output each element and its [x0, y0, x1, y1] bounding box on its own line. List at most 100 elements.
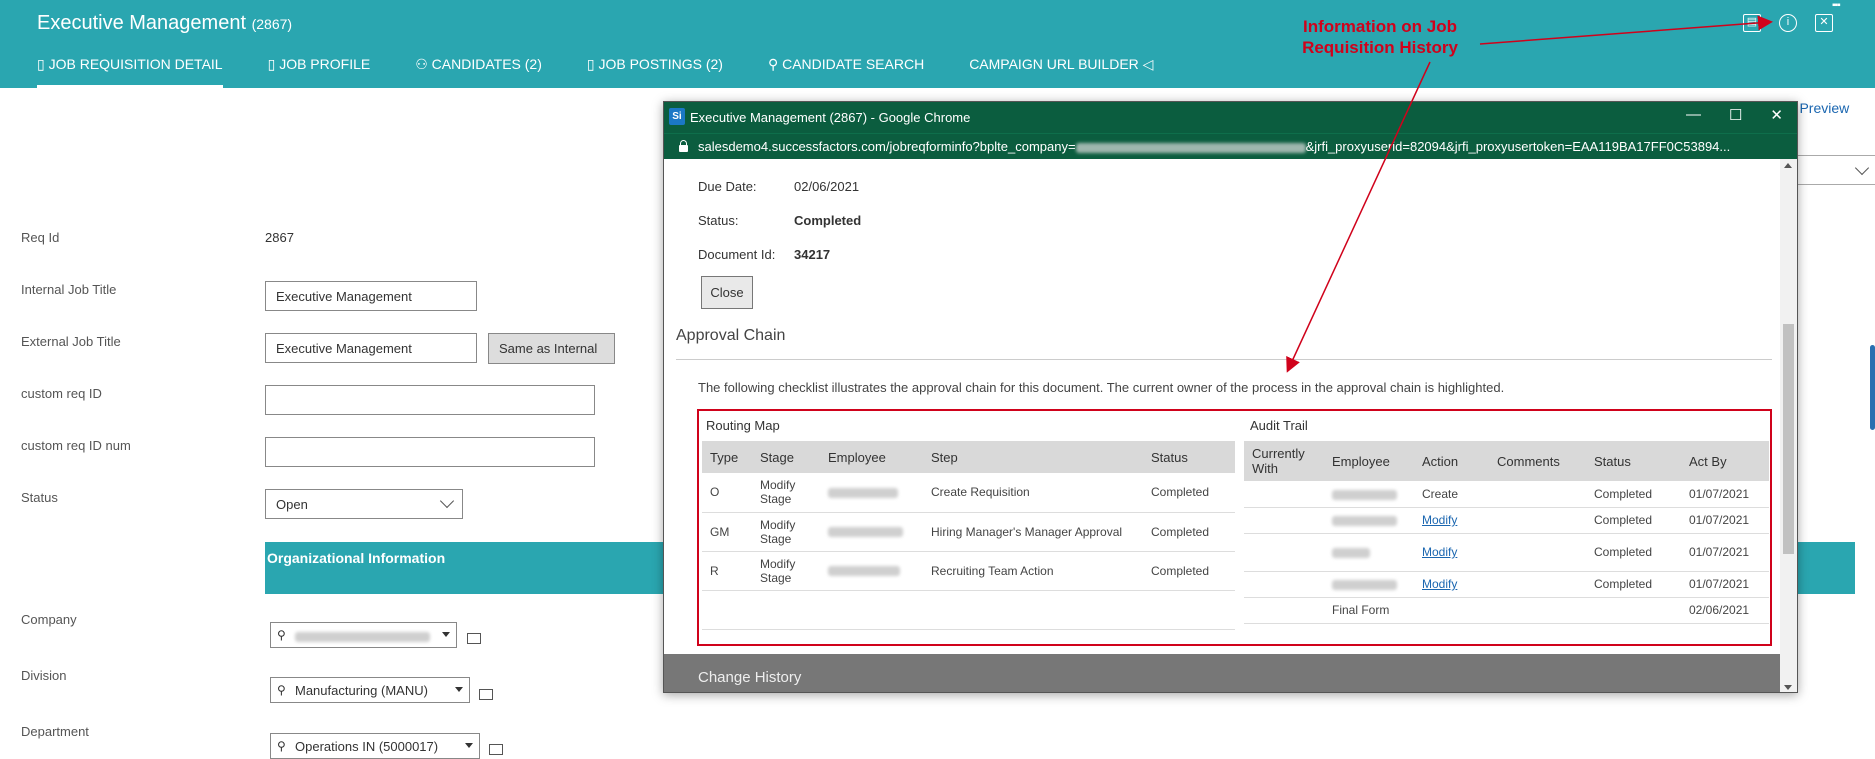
status-cell: Completed	[1143, 512, 1235, 552]
column-header: Act By	[1681, 441, 1769, 481]
job-req-info-window: Si Executive Management (2867) - Google …	[663, 101, 1798, 693]
status-cell: Completed	[1586, 481, 1681, 508]
internal-title-label: Internal Job Title	[21, 282, 117, 297]
dropdown-arrow-icon	[442, 632, 450, 637]
posting-icon: ▯	[586, 56, 599, 72]
change-history-bar[interactable]	[664, 654, 1782, 692]
routing-map-table: Type Stage Employee Step Status O Modify…	[702, 441, 1235, 669]
side-panel-handle[interactable]	[1870, 345, 1875, 430]
req-id-value: 2867	[265, 230, 294, 245]
tab-job-requisition-detail[interactable]: ▯ JOB REQUISITION DETAIL	[37, 56, 223, 88]
company-lookup[interactable]: ⚲	[270, 622, 457, 648]
employee-cell	[1324, 481, 1414, 508]
tab-job-profile[interactable]: ▯ JOB PROFILE	[268, 56, 371, 88]
act-by-cell: 01/07/2021	[1681, 481, 1769, 508]
details-card-icon[interactable]	[479, 689, 493, 700]
modify-link[interactable]: Modify	[1422, 545, 1457, 559]
type-cell: GM	[702, 512, 752, 552]
modify-link[interactable]: Modify	[1422, 513, 1457, 527]
table-row: Final Form 02/06/2021	[1244, 597, 1769, 624]
step-cell: Recruiting Team Action	[923, 551, 1143, 591]
step-cell: Hiring Manager's Manager Approval	[923, 512, 1143, 552]
audit-trail-title: Audit Trail	[1250, 418, 1308, 433]
header-actions: ▤ i ✕	[1743, 14, 1833, 32]
custom-req-id-num-input[interactable]	[265, 437, 595, 467]
internal-title-input[interactable]: Executive Management	[265, 281, 477, 311]
details-card-icon[interactable]	[467, 633, 481, 644]
scroll-down-icon[interactable]	[1784, 685, 1792, 690]
custom-req-id-label: custom req ID	[21, 386, 102, 401]
table-row	[702, 590, 1235, 630]
search-icon: ⚲	[277, 683, 286, 697]
dropdown-arrow-icon	[455, 687, 463, 692]
division-lookup[interactable]: ⚲ Manufacturing (MANU)	[270, 677, 470, 703]
document-id-value: 34217	[794, 247, 831, 262]
custom-req-id-num-label: custom req ID num	[21, 438, 131, 453]
column-header: Step	[923, 441, 1143, 473]
history-icon[interactable]: ▤	[1743, 14, 1761, 32]
employee-cell	[820, 551, 923, 591]
company-label: Company	[21, 612, 77, 627]
modify-link[interactable]: Modify	[1422, 577, 1457, 591]
status-cell: Completed	[1586, 571, 1681, 598]
table-row: Modify Completed 01/07/2021	[1244, 507, 1769, 534]
scroll-thumb[interactable]	[1783, 324, 1794, 554]
maximize-icon[interactable]: ☐	[1729, 106, 1742, 124]
column-header: Currently With	[1244, 441, 1324, 481]
status-value: Completed	[794, 213, 862, 228]
status-cell: Completed	[1586, 533, 1681, 572]
window-content: Due Date: 02/06/2021 Status: Completed D…	[664, 159, 1782, 692]
app-header: Executive Management (2867) ▪▪▪ ▯ JOB RE…	[0, 0, 1875, 88]
act-by-cell: 01/07/2021	[1681, 533, 1769, 572]
status-select[interactable]: Open	[265, 489, 463, 519]
successfactors-logo-icon: Si	[669, 108, 685, 125]
employee-cell	[820, 473, 923, 513]
minimize-icon[interactable]: —	[1686, 106, 1701, 124]
popup-scrollbar[interactable]	[1780, 159, 1797, 692]
search-icon: ⚲	[277, 628, 286, 642]
search-icon: ⚲	[277, 739, 286, 753]
req-id-label: Req Id	[21, 230, 60, 245]
document-id-label: Document Id:	[698, 247, 776, 262]
url-bar[interactable]: salesdemo4.successfactors.com/jobreqform…	[664, 133, 1797, 159]
status-cell: Completed	[1143, 473, 1235, 513]
type-cell: R	[702, 551, 752, 591]
table-row: Modify Completed 01/07/2021	[1244, 571, 1769, 598]
custom-req-id-input[interactable]	[265, 385, 595, 415]
tab-job-postings[interactable]: ▯ JOB POSTINGS (2)	[587, 56, 723, 88]
action-cell: Create	[1414, 481, 1489, 508]
profile-icon: ▯	[267, 56, 280, 72]
step-cell: Create Requisition	[923, 473, 1143, 513]
column-header: Employee	[820, 441, 923, 473]
due-date-value: 02/06/2021	[794, 179, 860, 194]
tab-candidates[interactable]: ⚇ CANDIDATES (2)	[415, 56, 542, 88]
more-menu-icon[interactable]: ▪▪▪	[1832, 0, 1841, 11]
scroll-up-icon[interactable]	[1784, 163, 1792, 168]
action-cell: Modify	[1414, 507, 1489, 534]
column-header: Comments	[1489, 441, 1586, 481]
close-button[interactable]: Close	[701, 276, 753, 309]
table-row: O Modify Stage Create Requisition Comple…	[702, 473, 1235, 513]
document-icon: ▯	[37, 56, 49, 72]
type-cell: O	[702, 473, 752, 513]
tab-candidate-search[interactable]: ⚲ CANDIDATE SEARCH	[768, 56, 924, 88]
tab-bar: ▯ JOB REQUISITION DETAIL ▯ JOB PROFILE ⚇…	[37, 56, 1198, 88]
employee-cell	[1324, 533, 1414, 572]
external-title-input[interactable]: Executive Management	[265, 333, 477, 363]
info-icon[interactable]: i	[1779, 14, 1797, 32]
column-header: Status	[1586, 441, 1681, 481]
lock-icon	[678, 140, 688, 152]
status-cell: Completed	[1586, 507, 1681, 534]
status-label: Status	[21, 490, 58, 505]
close-icon[interactable]: ✕	[1770, 106, 1783, 124]
action-cell: Modify	[1414, 533, 1489, 572]
tab-campaign-url-builder[interactable]: CAMPAIGN URL BUILDER ◁	[969, 56, 1153, 88]
column-header: Stage	[752, 441, 820, 473]
window-titlebar: Si Executive Management (2867) - Google …	[664, 102, 1797, 133]
delete-icon[interactable]: ✕	[1815, 14, 1833, 32]
right-dropdown[interactable]	[1795, 155, 1875, 185]
table-row: R Modify Stage Recruiting Team Action Co…	[702, 551, 1235, 591]
same-as-internal-button[interactable]: Same as Internal	[488, 333, 615, 364]
details-card-icon[interactable]	[489, 744, 503, 755]
department-lookup[interactable]: ⚲ Operations IN (5000017)	[270, 733, 480, 759]
